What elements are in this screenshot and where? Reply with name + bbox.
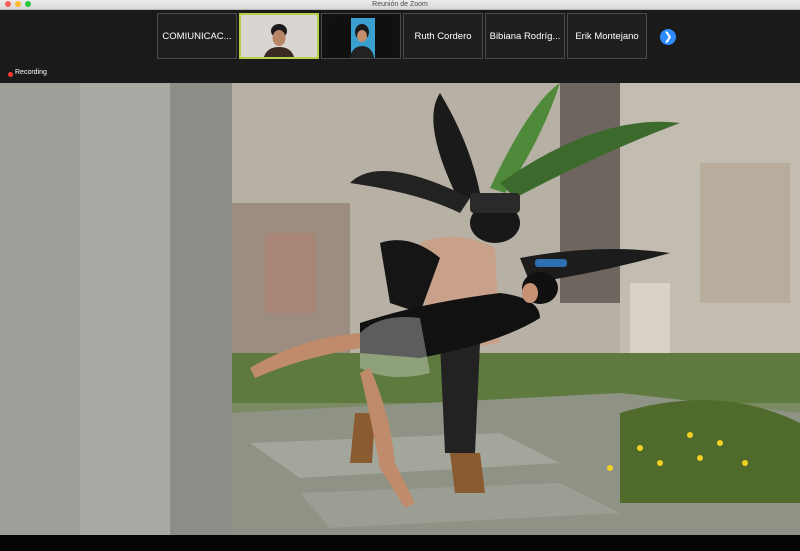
participant-tile[interactable]: Erik Montejano [567,13,647,59]
participant-name: Ruth Cordero [414,30,472,42]
participant-tile[interactable]: Ruth Cordero [403,13,483,59]
participant-name: Erik Montejano [575,30,639,42]
participant-tile[interactable] [321,13,401,59]
window-title: Reunión de Zoom [372,1,428,8]
chevron-right-icon: ❯ [663,31,673,43]
main-video[interactable] [0,83,800,535]
bottom-bar [0,535,800,551]
participant-strip: COMIUNICAC... Ruth Cordero Bibiana Rodrí… [0,10,800,65]
window-titlebar: Reunión de Zoom [0,0,800,10]
participant-tile-active-speaker[interactable] [239,13,319,59]
speaker-video-frame [0,83,800,535]
participant-name: Bibiana Rodríg... [489,30,561,42]
recording-label: Recording [15,69,47,76]
participant-name: COMIUNICAC... [162,30,232,42]
recording-bar: Recording [0,65,800,83]
participant-tile[interactable]: COMIUNICAC... [157,13,237,59]
recording-dot-icon [8,72,13,77]
participant-video [249,17,309,57]
participant-video [331,18,391,58]
participant-tile[interactable]: Bibiana Rodríg... [485,13,565,59]
next-page-button[interactable]: ❯ [660,29,676,45]
